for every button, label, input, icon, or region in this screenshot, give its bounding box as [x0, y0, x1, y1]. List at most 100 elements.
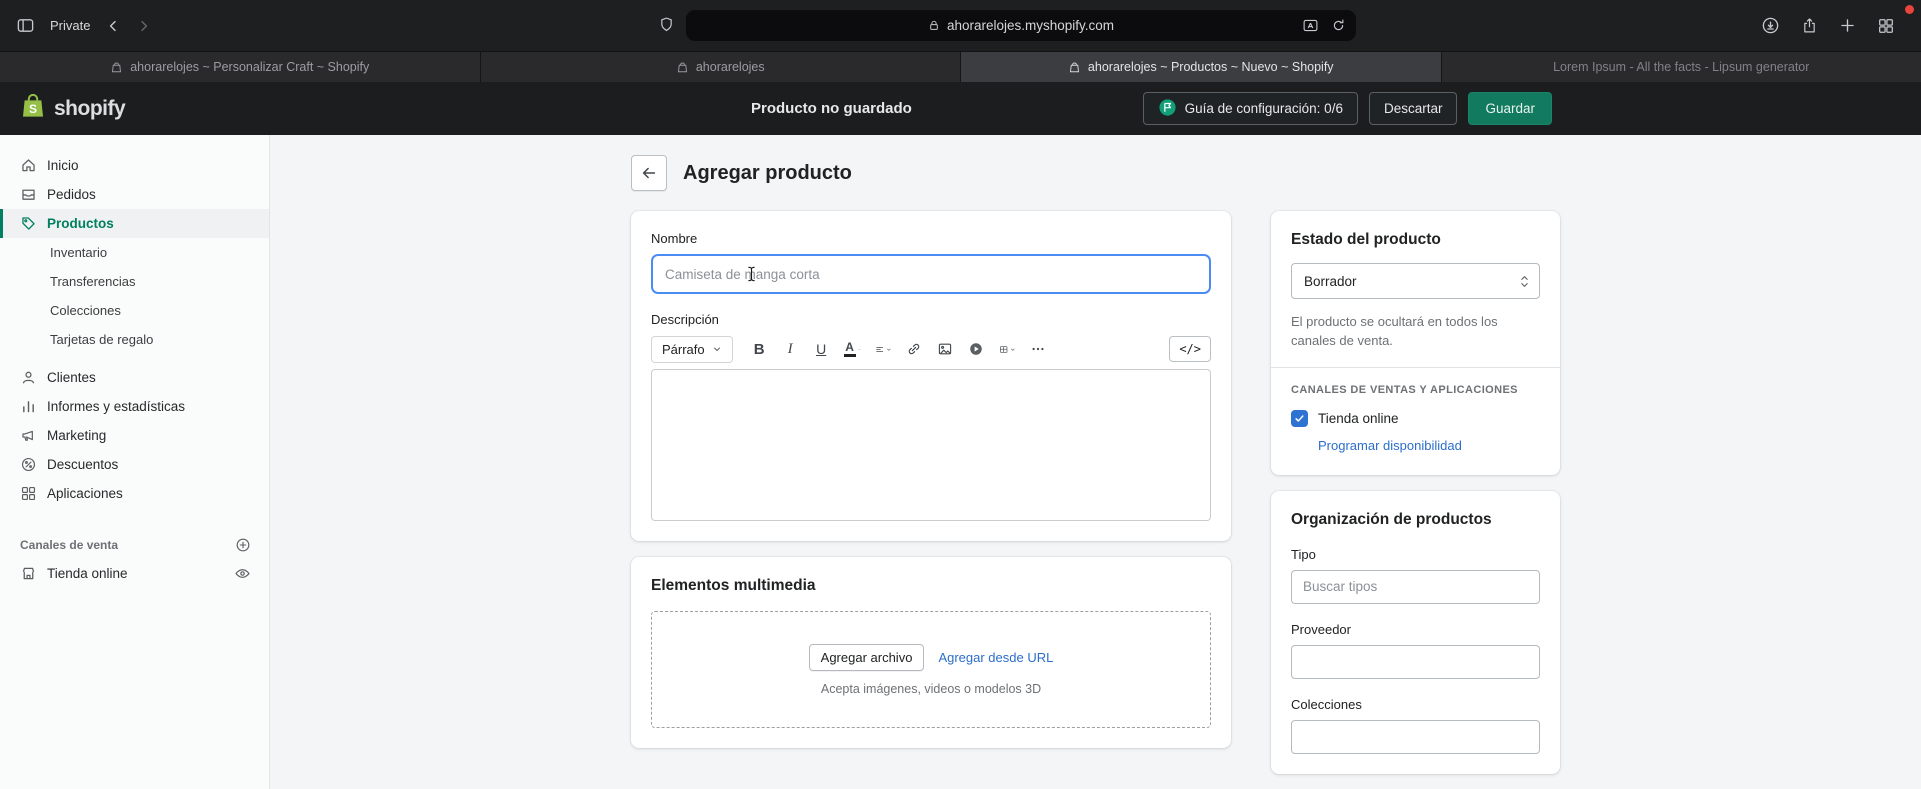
text-color-icon[interactable]: A — [838, 335, 867, 363]
share-icon[interactable] — [1801, 16, 1818, 35]
tab-title: ahorarelojes — [695, 60, 765, 74]
code-view-button[interactable]: </> — [1169, 336, 1211, 362]
insert-image-icon[interactable] — [931, 335, 960, 363]
apps-icon — [20, 485, 37, 502]
save-button[interactable]: Guardar — [1468, 92, 1552, 125]
browser-tab-personalizar[interactable]: ahorarelojes ~ Personalizar Craft ~ Shop… — [0, 52, 481, 82]
sidebar-item-colecciones[interactable]: Colecciones — [0, 296, 269, 325]
insert-video-icon[interactable] — [962, 335, 991, 363]
sales-channels-section: Canales de venta — [0, 530, 269, 559]
bold-icon[interactable]: B — [745, 335, 774, 363]
sidebar-item-productos[interactable]: Productos — [0, 209, 269, 238]
tab-overview-icon[interactable] — [1877, 17, 1895, 35]
sidebar: Inicio Pedidos Productos Inventario Tran… — [0, 135, 270, 789]
shopify-favicon — [1068, 61, 1081, 74]
browser-tab-storefront[interactable]: ahorarelojes — [480, 52, 961, 82]
sidebar-item-informes[interactable]: Informes y estadísticas — [0, 392, 269, 421]
sidebar-item-descuentos[interactable]: Descuentos — [0, 450, 269, 479]
status-select[interactable]: Borrador — [1291, 263, 1540, 299]
browser-tab-new-product[interactable]: ahorarelojes ~ Productos ~ Nuevo ~ Shopi… — [961, 52, 1442, 82]
text-cursor-icon — [747, 266, 756, 287]
add-from-url-link[interactable]: Agregar desde URL — [938, 650, 1053, 665]
media-hint: Acepta imágenes, videos o modelos 3D — [820, 681, 1042, 696]
insert-table-icon[interactable] — [993, 335, 1022, 363]
media-dropzone[interactable]: Agregar archivo Agregar desde URL Acepta… — [651, 611, 1211, 728]
italic-icon[interactable]: I — [776, 335, 805, 363]
sales-channels-header: Canales de venta — [20, 537, 119, 552]
browser-toolbar-actions — [1761, 0, 1895, 51]
vendor-label: Proveedor — [1291, 621, 1351, 637]
sidebar-item-marketing[interactable]: Marketing — [0, 421, 269, 450]
select-arrows-icon — [1520, 275, 1529, 288]
tab-bar: ahorarelojes ~ Personalizar Craft ~ Shop… — [0, 51, 1921, 82]
url-bar[interactable]: ahorarelojes.myshopify.com — [686, 10, 1356, 41]
link-icon[interactable] — [900, 335, 929, 363]
paragraph-style-dropdown[interactable]: Párrafo — [651, 335, 733, 363]
divider — [1271, 366, 1560, 368]
new-tab-icon[interactable] — [1839, 17, 1856, 34]
sidebar-toggle-icon[interactable] — [16, 16, 35, 35]
marketing-icon — [20, 427, 37, 444]
online-store-checkbox[interactable] — [1291, 409, 1308, 427]
downloads-icon[interactable] — [1761, 16, 1780, 35]
back-button[interactable] — [631, 155, 667, 191]
setup-guide-icon — [1158, 98, 1177, 120]
browser-chrome: Private ahorarelojes.myshopify.com — [0, 0, 1921, 51]
browser-tab-lorem-ipsum[interactable]: Lorem Ipsum - All the facts - Lipsum gen… — [1441, 52, 1921, 82]
sidebar-item-clientes[interactable]: Clientes — [0, 363, 269, 392]
screen: Private ahorarelojes.myshopify.com ahora… — [0, 0, 1921, 789]
product-name-input[interactable] — [651, 254, 1211, 294]
url-bar-actions — [1302, 10, 1346, 41]
back-icon[interactable] — [105, 18, 121, 34]
sidebar-item-inventario[interactable]: Inventario — [0, 238, 269, 267]
private-mode-label: Private — [50, 18, 91, 33]
add-channel-icon[interactable] — [235, 537, 251, 553]
setup-guide-button[interactable]: Guía de configuración: 0/6 — [1142, 92, 1358, 125]
description-label: Descripción — [651, 312, 719, 327]
name-label: Nombre — [651, 231, 698, 246]
recording-indicator-dot — [1905, 5, 1914, 14]
underline-icon[interactable]: U — [807, 335, 836, 363]
shopify-bag-icon: S — [20, 92, 46, 125]
shield-icon[interactable] — [658, 15, 675, 39]
tab-title: ahorarelojes ~ Productos ~ Nuevo ~ Shopi… — [1087, 60, 1334, 74]
alignment-icon[interactable] — [869, 335, 898, 363]
customers-icon — [20, 369, 37, 386]
setup-guide-label: Guía de configuración: 0/6 — [1184, 101, 1343, 116]
products-tag-icon — [20, 215, 37, 232]
sidebar-item-transferencias[interactable]: Transferencias — [0, 267, 269, 296]
collections-input[interactable] — [1291, 719, 1540, 754]
add-file-button[interactable]: Agregar archivo — [808, 643, 925, 671]
more-options-icon[interactable] — [1024, 335, 1053, 363]
shopify-topbar: S shopify Producto no guardado Guía de c… — [0, 82, 1921, 135]
status-card-title: Estado del producto — [1291, 231, 1441, 248]
translate-icon[interactable] — [1302, 17, 1319, 34]
tab-title: ahorarelojes ~ Personalizar Craft ~ Shop… — [130, 60, 370, 74]
browser-nav-controls: Private — [16, 0, 152, 51]
editor-toolbar: Párrafo B I U A </> — [651, 335, 1211, 363]
product-type-input[interactable] — [1291, 569, 1540, 604]
eye-icon[interactable] — [234, 565, 251, 582]
vendor-input[interactable] — [1291, 644, 1540, 679]
reload-icon[interactable] — [1331, 18, 1346, 33]
discard-button[interactable]: Descartar — [1368, 92, 1458, 125]
home-icon — [20, 157, 37, 174]
media-card-title: Elementos multimedia — [651, 577, 816, 594]
topbar-actions: Guía de configuración: 0/6 Descartar Gua… — [1142, 82, 1552, 135]
sidebar-item-aplicaciones[interactable]: Aplicaciones — [0, 479, 269, 508]
description-editor[interactable] — [651, 369, 1211, 521]
schedule-availability-link[interactable]: Programar disponibilidad — [1318, 438, 1462, 453]
discount-icon — [20, 456, 37, 473]
sidebar-item-online-store[interactable]: Tienda online — [0, 559, 269, 588]
unsaved-status: Producto no guardado — [751, 100, 912, 117]
store-icon — [20, 565, 37, 582]
analytics-icon — [20, 398, 37, 415]
svg-text:S: S — [29, 102, 37, 116]
sidebar-item-inicio[interactable]: Inicio — [0, 151, 269, 180]
status-hint: El producto se ocultará en todos los can… — [1291, 314, 1498, 348]
orders-icon — [20, 186, 37, 203]
shopify-logo[interactable]: S shopify — [20, 82, 126, 135]
sidebar-item-pedidos[interactable]: Pedidos — [0, 180, 269, 209]
sidebar-item-tarjetas-de-regalo[interactable]: Tarjetas de regalo — [0, 325, 269, 354]
forward-icon[interactable] — [136, 18, 152, 34]
